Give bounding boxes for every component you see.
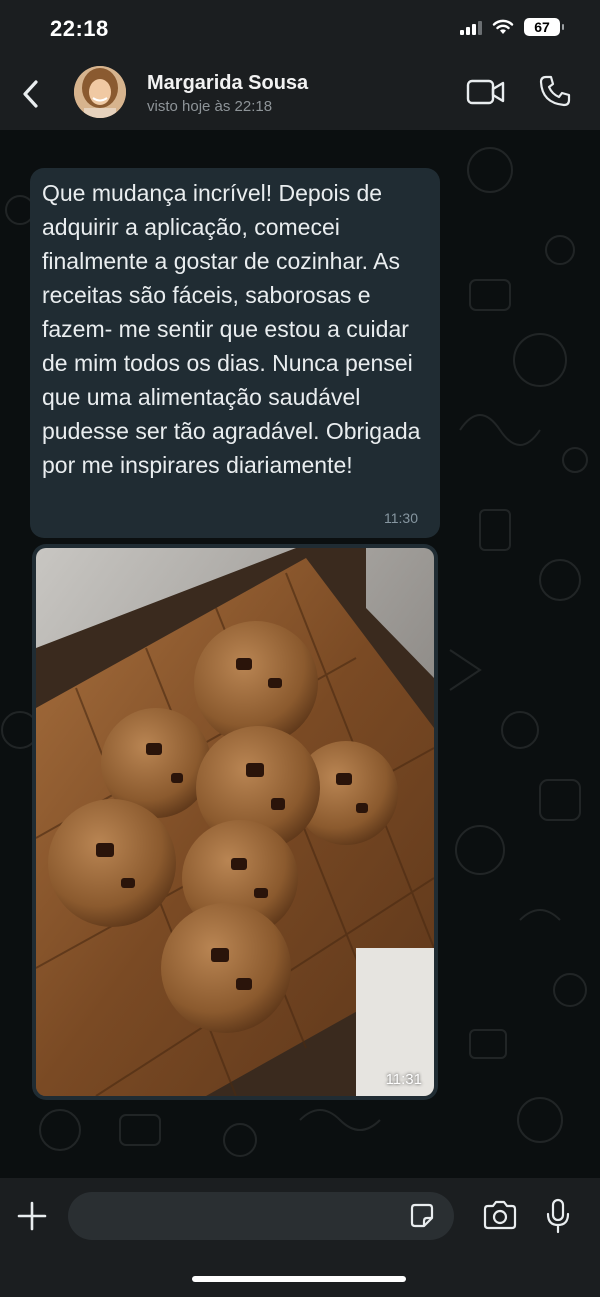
wifi-icon [492,19,514,34]
contact-status: visto hoje às 22:18 [147,98,273,115]
camera-icon[interactable] [482,1200,518,1230]
home-indicator[interactable] [192,1276,406,1282]
chat-area[interactable]: Que mudança incrível! Depois de adquirir… [0,130,600,1178]
status-time: 22:18 [50,16,109,41]
status-icons: 67 [460,18,564,36]
message-input-bar [0,1178,600,1297]
cookies-photo[interactable]: 11:31 [36,548,434,1096]
microphone-icon[interactable] [545,1198,571,1234]
battery-icon: 67 [524,18,564,36]
message-time: 11:30 [384,510,418,526]
battery-level: 67 [534,19,550,35]
signal-icon [460,19,482,35]
phone-call-icon[interactable] [538,74,572,108]
avatar[interactable] [74,66,126,118]
message-bubble[interactable]: Que mudança incrível! Depois de adquirir… [30,168,440,538]
image-message-time: 11:31 [385,1071,422,1088]
message-text: Que mudança incrível! Depois de adquirir… [42,180,421,478]
chat-header: Margarida Sousa visto hoje às 22:18 [0,58,600,130]
back-chevron-icon[interactable] [18,78,44,110]
message-input[interactable] [68,1192,454,1240]
plus-icon[interactable] [16,1200,48,1232]
sticker-icon[interactable] [408,1202,436,1230]
contact-name[interactable]: Margarida Sousa [147,72,308,95]
status-bar: 22:18 67 [0,0,600,58]
video-call-icon[interactable] [466,78,506,106]
image-message-bubble[interactable]: 11:31 [32,544,438,1100]
